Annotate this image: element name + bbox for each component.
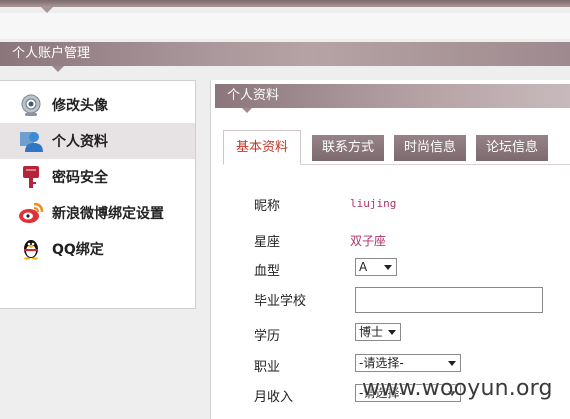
sidebar-item-label: 新浪微博绑定设置 bbox=[52, 206, 164, 222]
nickname-label: 昵称 bbox=[254, 199, 281, 214]
top-bar bbox=[0, 0, 570, 7]
occupation-label: 职业 bbox=[254, 360, 281, 375]
panel-header-pointer bbox=[242, 108, 252, 113]
sidebar-item-avatar[interactable]: 修改头像 bbox=[0, 87, 195, 123]
sidebar-item-weibo[interactable]: 新浪微博绑定设置 bbox=[0, 195, 195, 231]
income-label: 月收入 bbox=[254, 390, 294, 405]
watermark: www.wooyun.org bbox=[362, 376, 553, 401]
blood-type-select[interactable]: A bbox=[355, 258, 397, 276]
education-select[interactable]: 博士 bbox=[355, 323, 401, 341]
section-header: 个人账户管理 bbox=[0, 42, 570, 66]
nickname-value: liujing bbox=[350, 197, 397, 210]
user-icon bbox=[18, 128, 44, 154]
blood-type-label: 血型 bbox=[254, 264, 281, 279]
key-icon bbox=[18, 164, 44, 190]
sidebar-item-label: 个人资料 bbox=[52, 134, 108, 150]
tab-basic-info[interactable]: 基本资料 bbox=[223, 130, 301, 165]
blood-type-value: A bbox=[359, 260, 368, 274]
school-input[interactable] bbox=[355, 287, 543, 313]
school-label: 毕业学校 bbox=[254, 294, 307, 309]
sidebar-item-qq[interactable]: QQ绑定 bbox=[0, 231, 195, 267]
occupation-value: -请选择- bbox=[359, 356, 404, 370]
panel-title: 个人资料 bbox=[227, 88, 280, 103]
sidebar-item-profile[interactable]: 个人资料 bbox=[0, 123, 195, 159]
sidebar-item-label: 密码安全 bbox=[52, 170, 108, 186]
zodiac-label: 星座 bbox=[254, 235, 281, 250]
sidebar-item-label: QQ绑定 bbox=[52, 242, 104, 258]
education-label: 学历 bbox=[254, 329, 281, 344]
webcam-icon bbox=[18, 92, 44, 118]
qq-penguin-icon bbox=[18, 236, 44, 262]
education-value: 博士 bbox=[359, 325, 384, 339]
tab-forum[interactable]: 论坛信息 bbox=[476, 135, 548, 161]
sidebar-item-password[interactable]: 密码安全 bbox=[0, 159, 195, 195]
weibo-icon bbox=[18, 200, 44, 226]
chevron-down-icon bbox=[388, 330, 396, 335]
chevron-down-icon bbox=[448, 361, 456, 366]
section-title: 个人账户管理 bbox=[12, 46, 91, 61]
chevron-down-icon bbox=[384, 265, 392, 270]
panel-header: 个人资料 bbox=[215, 84, 570, 108]
tab-contact[interactable]: 联系方式 bbox=[312, 135, 384, 161]
occupation-select[interactable]: -请选择- bbox=[355, 354, 461, 372]
top-strip bbox=[0, 13, 570, 39]
sidebar: 修改头像 个人资料 密码安全 新浪微博绑定设置 QQ绑定 bbox=[0, 80, 196, 309]
sidebar-item-label: 修改头像 bbox=[52, 98, 108, 114]
zodiac-value: 双子座 bbox=[350, 234, 387, 248]
tab-fashion[interactable]: 时尚信息 bbox=[394, 135, 466, 161]
header-pointer bbox=[52, 66, 64, 72]
main-panel: 个人资料 基本资料 联系方式 时尚信息 论坛信息 昵称 liujing 星座 双… bbox=[210, 80, 570, 419]
